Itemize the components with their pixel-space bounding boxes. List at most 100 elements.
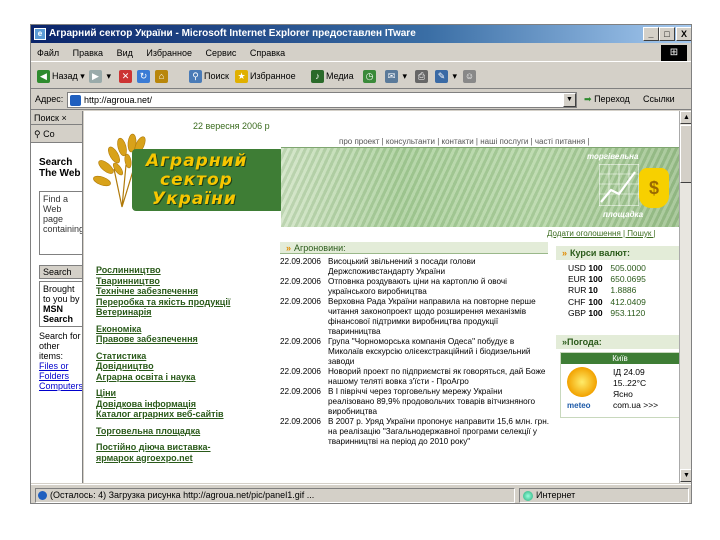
window-title: Аграрний сектор України - Microsoft Inte… <box>49 28 416 39</box>
forward-button[interactable]: ▶ ▾ <box>89 67 111 85</box>
files-folders-link[interactable]: Files or Folders <box>39 361 69 381</box>
sidebar-title: Search The Web <box>39 157 81 179</box>
edit-button[interactable]: ✎ ▾ <box>435 67 457 85</box>
loading-icon <box>38 491 47 500</box>
status-bar: (Осталось: 4) Загрузка рисунка http://ag… <box>31 484 691 503</box>
nav-item[interactable]: Постійно діюча виставка- <box>96 442 272 453</box>
sidebar-companion-button[interactable]: Co <box>43 129 55 139</box>
weather-more-link[interactable]: com.ua >>> <box>613 400 658 410</box>
rate-row: USD 100 505.0000 <box>568 263 646 273</box>
nav-item[interactable]: Тваринництво <box>96 276 272 287</box>
nav-item[interactable]: Рослинництво <box>96 265 272 276</box>
nav-item[interactable]: Переробка та якість продукції <box>96 297 272 308</box>
back-button[interactable]: ◀ Назад ▾ <box>37 67 85 85</box>
nav-item[interactable]: Довідкова інформація <box>96 399 272 410</box>
menu-help[interactable]: Справка <box>250 48 285 58</box>
sidebar-search-button[interactable]: Search <box>39 265 82 279</box>
computers-link[interactable]: Computers <box>39 381 82 391</box>
print-icon: ⎙ <box>415 70 428 84</box>
menu-file[interactable]: Файл <box>37 48 59 58</box>
stop-icon: ✕ <box>119 70 132 84</box>
menu-edit[interactable]: Правка <box>73 48 103 58</box>
search-button[interactable]: ⚲ Поиск <box>189 67 229 85</box>
sidebar-toolbar: ⚲ Co <box>31 125 82 143</box>
news-list: 22.09.2006 Висоцький звільнений з посади … <box>280 257 550 447</box>
nav-item[interactable]: Економіка <box>96 324 272 335</box>
edit-icon: ✎ <box>435 70 448 84</box>
msn-brand: MSN Search <box>43 304 74 324</box>
logo-line-1: Аграрний <box>146 151 248 171</box>
news-header: » Агроновини: <box>280 242 548 254</box>
nav-item[interactable]: Торговельна площадка <box>96 426 272 437</box>
weather-widget[interactable]: Київ meteo ІД 24.09 15..22°C Ясно com.ua… <box>560 352 679 418</box>
nav-item[interactable]: Технічне забезпечення <box>96 286 272 297</box>
stop-button[interactable]: ✕ <box>119 67 134 85</box>
go-button[interactable]: ➡ Переход <box>584 94 630 105</box>
menu-view[interactable]: Вид <box>117 48 133 58</box>
news-item[interactable]: 22.09.2006 Група "Чорноморська компанія О… <box>280 337 550 367</box>
close-button[interactable]: X <box>676 27 691 41</box>
top-navigation[interactable]: про проект | консультанти | контакти | н… <box>339 137 589 146</box>
menu-favorites[interactable]: Избранное <box>146 48 192 58</box>
site-logo[interactable]: 22 вересня 2006 р Аграрний сектор Україн… <box>90 117 284 213</box>
nav-item[interactable]: Статистика <box>96 351 272 362</box>
menu-bar: Файл Правка Вид Избранное Сервис Справка <box>31 44 691 62</box>
ad-links[interactable]: Додати оголошення | Пошук | <box>547 229 656 238</box>
weather-condition: Ясно <box>613 389 633 399</box>
nav-item[interactable]: Довідництво <box>96 361 272 372</box>
search-icon: ⚲ <box>189 70 202 84</box>
address-bar: Адрес: http://agroua.net/ ▼ ➡ Переход Сс… <box>31 90 691 110</box>
search-sidebar: Поиск × ⚲ Co Search The Web Find a Web p… <box>31 111 83 483</box>
favorites-button[interactable]: ★ Избранное <box>235 67 296 85</box>
news-item[interactable]: 22.09.2006 Отповнка роздувають ціни на ка… <box>280 277 550 297</box>
nav-item[interactable]: Ветеринарія <box>96 307 272 318</box>
go-arrow-icon: ➡ <box>584 94 592 104</box>
news-item[interactable]: 22.09.2006 В 2007 р. Уряд України пропону… <box>280 417 550 447</box>
header-banner: торгівельна $ площадка <box>281 147 679 227</box>
scroll-up-icon[interactable]: ▲ <box>680 111 691 124</box>
links-button[interactable]: Ссылки <box>643 94 675 104</box>
mail-button[interactable]: ✉ ▾ <box>385 67 407 85</box>
double-arrow-icon: » <box>562 248 568 258</box>
address-input[interactable]: http://agroua.net/ <box>67 92 577 108</box>
mail-icon: ✉ <box>385 70 398 84</box>
news-item[interactable]: 22.09.2006 Новорий проект по підприємстві… <box>280 367 550 387</box>
menu-tools[interactable]: Сервис <box>206 48 237 58</box>
sidebar-search-input[interactable]: Find a Web page containing <box>39 191 82 255</box>
news-item[interactable]: 22.09.2006 Висоцький звільнений з посади … <box>280 257 550 277</box>
nav-item[interactable]: Правове забезпечення <box>96 334 272 345</box>
search-companion-icon: ⚲ <box>34 129 41 139</box>
security-zone: Интернет <box>519 488 689 503</box>
internet-zone-icon <box>523 491 533 501</box>
nav-item[interactable]: Аграрна освіта і наука <box>96 372 272 383</box>
news-item[interactable]: 22.09.2006 Верховна Рада України направил… <box>280 297 550 337</box>
money-bag-icon[interactable]: $ <box>639 168 669 208</box>
address-dropdown-icon[interactable]: ▼ <box>563 93 576 107</box>
home-icon: ⌂ <box>155 70 168 84</box>
toolbar: ◀ Назад ▾ ▶ ▾ ✕ ↻ ⌂ ⚲ Поиск ★ Избранное ♪ Ме… <box>31 63 691 89</box>
print-button[interactable]: ⎙ <box>415 67 430 85</box>
current-date: 22 вересня 2006 р <box>193 121 270 131</box>
home-button[interactable]: ⌂ <box>155 67 170 85</box>
weather-city: Київ <box>561 353 679 364</box>
messenger-button[interactable]: ☺ <box>463 67 478 85</box>
status-message: (Осталось: 4) Загрузка рисунка http://ag… <box>35 488 515 503</box>
scroll-down-icon[interactable]: ▼ <box>680 469 691 482</box>
history-button[interactable]: ◷ <box>363 67 378 85</box>
media-button[interactable]: ♪ Медиа <box>311 67 354 85</box>
growth-chart-icon <box>599 164 639 206</box>
nav-item[interactable]: ярмарок agroexpo.net <box>96 453 272 464</box>
maximize-button[interactable]: □ <box>659 27 675 41</box>
nav-item[interactable]: Каталог аграрних веб-сайтів <box>96 409 272 420</box>
minimize-button[interactable]: _ <box>643 27 659 41</box>
address-url: http://agroua.net/ <box>84 95 153 105</box>
double-arrow-icon: » <box>286 243 292 253</box>
nav-item[interactable]: Ціни <box>96 388 272 399</box>
forward-arrow-icon: ▶ <box>89 70 102 84</box>
media-icon: ♪ <box>311 70 324 84</box>
scroll-thumb[interactable] <box>680 125 691 183</box>
weather-header: »Погода: <box>556 335 679 349</box>
refresh-button[interactable]: ↻ <box>137 67 152 85</box>
vertical-scrollbar[interactable]: ▲ ▼ <box>679 111 691 483</box>
news-item[interactable]: 22.09.2006 В I півріччі через торговельну… <box>280 387 550 417</box>
